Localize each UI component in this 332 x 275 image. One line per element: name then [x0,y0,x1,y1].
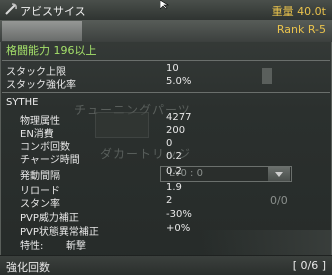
section-title: SYTHE [6,97,39,108]
chevron-down-icon[interactable] [268,167,290,181]
mouse-cursor-icon [160,0,170,10]
item-tooltip: アビスサイス 重量 40.0t Rank R-5 格闘能力 196以上 スタック… [0,0,332,275]
stat-label: スタン率 [20,199,60,210]
stat-label: PVP威力補正 [20,213,79,224]
item-weight: 重量 40.0t [271,5,326,18]
tuning-slot[interactable] [95,112,149,138]
divider [2,92,330,93]
tooltip-header: アビスサイス 重量 40.0t [0,0,332,21]
stat-label: 特性: [20,241,44,252]
enhance-count: [ 0/6 ] [292,259,326,272]
item-image-panel: Rank R-5 [0,20,332,42]
stat-value: 1.9 [166,182,182,193]
stat-label: チャージ時間 [20,155,80,166]
item-name: アビスサイス [20,5,86,18]
stat-value: 0.2 [166,151,182,162]
enhancement-footer: 強化回数 [ 0/6 ] [0,255,332,275]
stat-label: PVP状態異常補正 [20,227,99,238]
enhance-label: 強化回数 [6,261,50,274]
stat-label: 発動間隔 [20,171,60,182]
decorative-background [200,230,332,255]
slot-count: 0/0 [270,194,288,207]
stat-value: 0.2 [166,166,182,177]
scythe-icon [5,3,17,15]
stat-value: 0 [166,138,173,149]
stat-value: 200 [166,125,186,136]
stat-value: -30% [166,209,192,220]
scroll-handle[interactable] [262,68,272,84]
item-thumbnail [2,21,82,41]
trait-value: 斬撃 [66,241,86,252]
divider [2,60,330,61]
stat-value: 5.0% [166,76,192,87]
stat-label: スタック強化率 [6,80,76,91]
stat-value: 10 [166,63,179,74]
stat-value: 4277 [166,112,192,123]
requirement-text: 格闘能力 196以上 [6,44,97,57]
item-rank: Rank R-5 [276,23,326,36]
stat-value: +0% [166,223,191,234]
stat-value: 2 [166,195,173,206]
